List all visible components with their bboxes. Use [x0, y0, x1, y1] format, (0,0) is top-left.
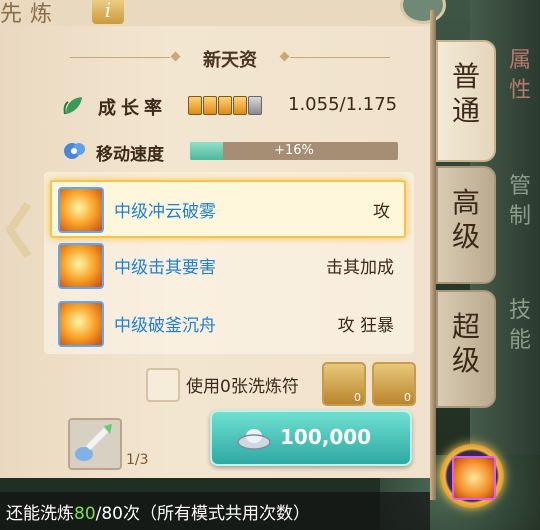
charm-count: 0 — [404, 391, 411, 404]
tab-super[interactable]: 超级 — [436, 290, 496, 408]
tab-label: 高级 — [451, 186, 480, 253]
speed-label: 移动速度 — [96, 145, 164, 165]
remain-text: 还能洗炼80/80次（所有模式共用次数） — [6, 499, 310, 524]
cloud-icon — [64, 143, 85, 159]
leaf-icon — [63, 97, 82, 115]
skill-list: 中级冲云破雾 攻 中级击其要害 击其加成 中级破釜沉舟 攻 狂暴 — [44, 172, 414, 354]
pet-skill-orb[interactable] — [440, 444, 504, 508]
use-charm-checkbox[interactable] — [146, 368, 180, 402]
tab-normal[interactable]: 普通 — [436, 40, 496, 162]
use-charm-label: 使用0张洗炼符 — [186, 377, 299, 397]
remain-bar: 还能洗炼80/80次（所有模式共用次数） — [0, 492, 430, 530]
refine-button[interactable]: 100,000 — [210, 410, 412, 466]
silver-ingot-icon — [237, 429, 271, 450]
top-header-strip: 先炼 i — [0, 0, 430, 27]
side-tab-skills[interactable]: 技能 — [500, 296, 540, 356]
cost-amount: 100,000 — [280, 425, 372, 449]
growth-pip — [248, 96, 262, 115]
skill-tag: 攻 — [373, 202, 390, 222]
side-tab-control[interactable]: 管制 — [500, 172, 540, 232]
header-line-right — [290, 57, 390, 58]
chevron-left-icon[interactable] — [2, 200, 34, 260]
pet-skill-icon — [452, 456, 496, 500]
skill-item-3[interactable]: 中级破釜沉舟 攻 狂暴 — [52, 296, 408, 350]
item-slot[interactable] — [68, 418, 122, 470]
skill-item-1[interactable]: 中级冲云破雾 攻 — [50, 180, 406, 238]
remain-prefix: 还能洗炼 — [6, 504, 74, 524]
side-tab-attributes[interactable]: 属性 — [500, 46, 540, 106]
skill-icon — [58, 243, 104, 289]
growth-pip — [203, 96, 217, 115]
section-title: 新天资 — [203, 50, 257, 71]
growth-pips — [188, 96, 263, 119]
tab-advanced[interactable]: 高级 — [436, 166, 496, 284]
growth-row: 成长率 1.055/1.175 — [62, 92, 412, 120]
skill-name: 中级冲云破雾 — [114, 202, 216, 222]
growth-pip — [188, 96, 202, 115]
growth-pip — [233, 96, 247, 115]
growth-value: 1.055/1.175 — [288, 94, 398, 115]
speed-bar-text: +16% — [274, 143, 314, 158]
charm-slot-1[interactable]: 0 — [322, 362, 366, 406]
item-count: 1/3 — [126, 452, 149, 468]
charm-count: 0 — [354, 391, 361, 404]
tab-label: 普通 — [451, 60, 480, 127]
growth-label: 成长率 — [98, 98, 167, 119]
growth-pip — [218, 96, 232, 115]
speed-row: 移动速度 +16% — [62, 138, 412, 165]
remain-used: 80 — [74, 504, 96, 524]
section-header: 新天资 — [60, 40, 400, 76]
skill-item-2[interactable]: 中级击其要害 击其加成 — [52, 238, 408, 292]
skill-tag: 击其加成 — [326, 258, 394, 278]
skill-name: 中级击其要害 — [114, 258, 216, 278]
potion-icon — [75, 424, 112, 461]
top-title: 先炼 — [0, 2, 61, 27]
charm-slot-2[interactable]: 0 — [372, 362, 416, 406]
speed-bar: +16% — [190, 142, 398, 160]
skill-tag: 攻 狂暴 — [337, 316, 394, 336]
remain-suffix: /80次（所有模式共用次数） — [95, 504, 310, 524]
tab-label: 超级 — [451, 310, 480, 377]
skill-icon — [58, 301, 104, 347]
info-icon[interactable]: i — [92, 0, 124, 24]
skill-name: 中级破釜沉舟 — [114, 316, 216, 336]
skill-icon — [58, 187, 104, 233]
